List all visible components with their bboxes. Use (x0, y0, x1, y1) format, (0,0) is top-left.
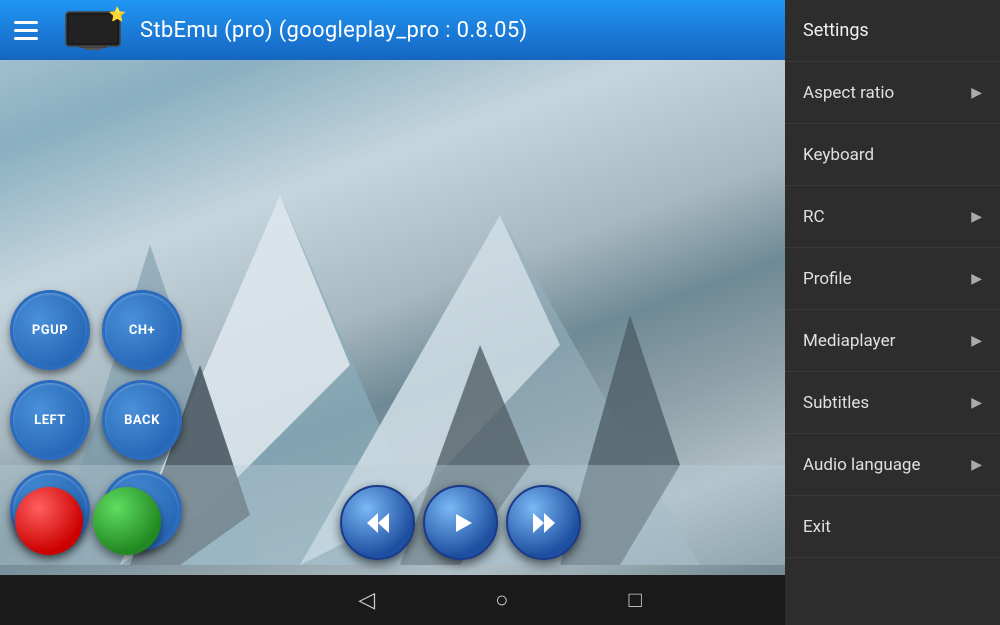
menu-item-profile[interactable]: Profile ▶ (785, 248, 1000, 310)
menu-item-keyboard[interactable]: Keyboard (785, 124, 1000, 186)
menu-item-label: RC (803, 207, 825, 227)
menu-item-label: Audio language (803, 455, 921, 475)
pgup-button[interactable]: PGUP (10, 290, 90, 370)
menu-item-label: Aspect ratio (803, 83, 894, 103)
rewind-icon (359, 504, 397, 542)
menu-item-aspect-ratio[interactable]: Aspect ratio ▶ (785, 62, 1000, 124)
play-button[interactable] (423, 485, 498, 560)
context-menu: Settings Aspect ratio ▶ Keyboard RC ▶ Profile ▶… (785, 0, 1000, 625)
submenu-arrow-icon: ▶ (971, 209, 982, 225)
menu-item-subtitles[interactable]: Subtitles ▶ (785, 372, 1000, 434)
submenu-arrow-icon: ▶ (971, 457, 982, 473)
control-row-1: PGUP CH+ (10, 290, 760, 370)
hamburger-line (14, 21, 38, 24)
menu-item-label: Subtitles (803, 393, 869, 413)
left-button[interactable]: LEFT (10, 380, 90, 460)
hamburger-line (14, 29, 38, 32)
hamburger-button[interactable] (10, 12, 46, 48)
submenu-arrow-icon: ▶ (971, 395, 982, 411)
hamburger-line (14, 37, 38, 40)
play-icon (442, 504, 480, 542)
star-badge: ⭐ (109, 7, 126, 23)
menu-item-rc[interactable]: RC ▶ (785, 186, 1000, 248)
menu-item-label: Mediaplayer (803, 331, 895, 351)
fastforward-button[interactable] (506, 485, 581, 560)
menu-item-settings[interactable]: Settings (785, 0, 1000, 62)
menu-item-exit[interactable]: Exit (785, 496, 1000, 558)
back-nav-button[interactable]: ◁ (358, 588, 375, 613)
home-nav-button[interactable]: ○ (495, 587, 508, 613)
fastforward-icon (525, 504, 563, 542)
menu-item-label: Profile (803, 269, 852, 289)
submenu-arrow-icon: ▶ (971, 85, 982, 101)
submenu-arrow-icon: ▶ (971, 333, 982, 349)
color-buttons-left (0, 487, 161, 555)
back-button[interactable]: BACK (102, 380, 182, 460)
control-row-2: LEFT BACK (10, 380, 760, 460)
media-controls (340, 485, 581, 560)
red-button[interactable] (15, 487, 83, 555)
menu-item-audio-language[interactable]: Audio language ▶ (785, 434, 1000, 496)
recent-nav-button[interactable]: □ (628, 587, 641, 613)
submenu-arrow-icon: ▶ (971, 271, 982, 287)
menu-item-label: Keyboard (803, 145, 874, 165)
tv-icon-container: ⭐ (58, 5, 128, 55)
green-button[interactable] (93, 487, 161, 555)
menu-item-label: Exit (803, 517, 831, 537)
menu-item-mediaplayer[interactable]: Mediaplayer ▶ (785, 310, 1000, 372)
rewind-button[interactable] (340, 485, 415, 560)
chplus-button[interactable]: CH+ (102, 290, 182, 370)
menu-item-label: Settings (803, 20, 869, 41)
